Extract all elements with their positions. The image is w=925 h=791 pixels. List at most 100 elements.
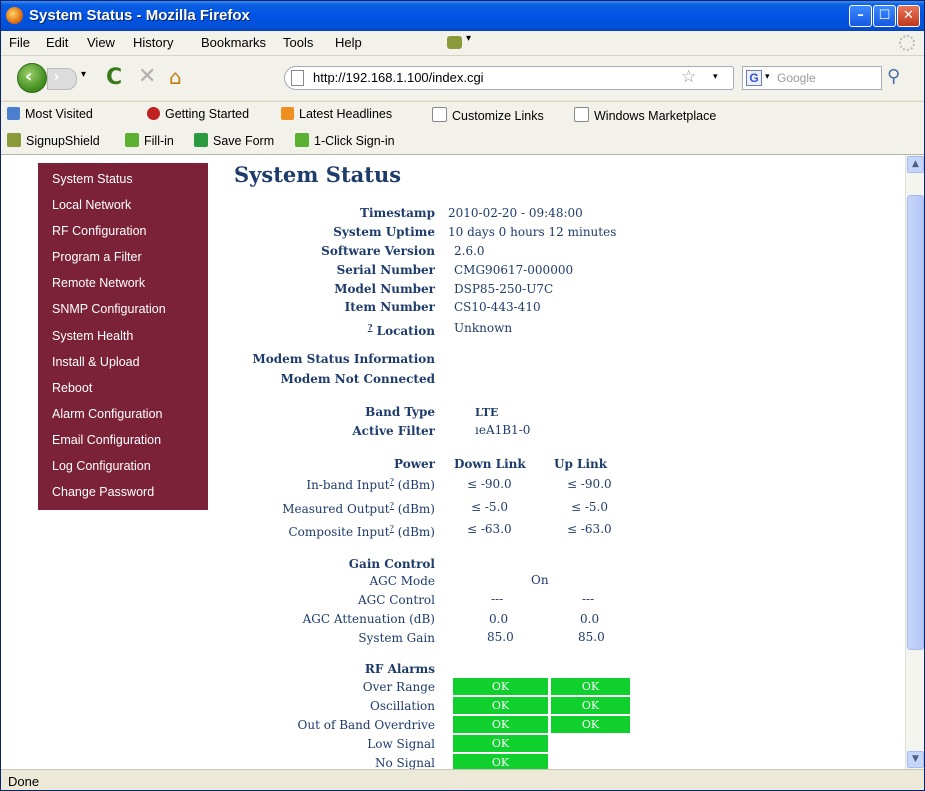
navigation-toolbar: ‹ › ▾ C ✕ ⌂ http://192.168.1.100/index.c… [1,56,924,100]
model-number-value: DSP85-250-U7C [454,282,554,296]
scrollbar-thumb[interactable] [907,195,924,650]
inband-up-value: ≤ -90.0 [567,477,612,491]
history-dropdown-icon[interactable]: ▾ [81,69,86,80]
sidebar-item-program-filter[interactable]: Program a Filter [52,250,142,264]
software-version-label: Software Version [321,244,435,258]
maximize-button[interactable]: ☐ [873,5,896,27]
menu-bookmarks[interactable]: Bookmarks [201,35,266,50]
forward-arrow-icon: › [54,70,60,85]
bookmark-latest-headlines[interactable]: Latest Headlines [281,107,392,121]
sidebar-item-system-status[interactable]: System Status [52,172,133,186]
out-of-band-label: Out of Band Overdrive [297,718,435,732]
location-label: ? Location [367,322,435,338]
inband-input-label: In-band Input? (dBm) [306,477,435,492]
band-type-value: LTE [475,406,499,419]
oscillation-label: Oscillation [370,699,435,713]
one-click-sign-in-button[interactable]: 1-Click Sign-in [295,133,395,148]
low-signal-label: Low Signal [367,737,435,751]
shield-icon [7,133,21,147]
browser-window: System Status - Mozilla Firefox – ☐ ✕ Fi… [0,0,925,791]
bookmark-windows-marketplace[interactable]: Windows Marketplace [574,107,716,123]
out-of-band-up-status: OK [551,716,630,733]
out-of-band-down-status: OK [453,716,548,733]
sidebar-item-remote-network[interactable]: Remote Network [52,276,145,290]
search-engine-icon[interactable]: G [746,70,762,86]
firefox-icon [6,7,23,24]
most-visited-icon [7,107,20,120]
menu-tools[interactable]: Tools [283,35,313,50]
addon-icon[interactable] [447,36,462,49]
save-icon [194,133,208,147]
rss-icon [281,107,294,120]
scroll-up-icon[interactable]: ▲ [907,156,924,173]
composite-down-value: ≤ -63.0 [467,522,512,536]
menu-edit[interactable]: Edit [46,35,68,50]
vertical-scrollbar[interactable]: ▲ ▼ [905,155,924,769]
addon-toolbar: SignupShield Fill-in Save Form 1-Click S… [1,128,924,155]
close-button[interactable]: ✕ [897,5,920,27]
menu-file[interactable]: File [9,35,30,50]
sidebar-item-install-upload[interactable]: Install & Upload [52,355,140,369]
sidebar-item-reboot[interactable]: Reboot [52,381,92,395]
composite-help-link[interactable]: ? [390,524,394,533]
measured-output-label: Measured Output? (dBm) [282,501,435,516]
composite-input-label: Composite Input? (dBm) [288,524,435,539]
sidebar-item-log-configuration[interactable]: Log Configuration [52,459,151,473]
measured-help-link[interactable]: ? [390,501,394,510]
bookmark-most-visited[interactable]: Most Visited [7,107,93,121]
inband-help-link[interactable]: ? [390,477,394,486]
oscillation-down-status: OK [453,697,548,714]
addon-dropdown-icon[interactable]: ▾ [466,33,471,44]
sidebar-item-change-password[interactable]: Change Password [52,485,154,499]
search-engine-dropdown-icon[interactable]: ▾ [765,72,770,82]
url-text[interactable]: http://192.168.1.100/index.cgi [313,70,484,85]
sidebar-item-email-configuration[interactable]: Email Configuration [52,433,161,447]
agc-attenuation-up-value: 0.0 [580,612,600,626]
sidebar-item-alarm-configuration[interactable]: Alarm Configuration [52,407,162,421]
composite-up-value: ≤ -63.0 [567,522,612,536]
page-icon [574,107,589,122]
save-form-button[interactable]: Save Form [194,133,274,148]
agc-attenuation-down-value: 0.0 [489,612,509,626]
window-title: System Status - Mozilla Firefox [29,7,250,24]
menu-view[interactable]: View [87,35,115,50]
measured-up-value: ≤ -5.0 [571,500,609,514]
signupshield-button[interactable]: SignupShield [7,133,100,148]
menu-history[interactable]: History [133,35,173,50]
forward-button[interactable]: › [47,68,77,90]
bookmark-customize-links[interactable]: Customize Links [432,107,544,123]
reload-button[interactable]: C [106,65,122,90]
search-button[interactable]: ⚲ [887,66,900,87]
minimize-button[interactable]: – [849,5,872,27]
sidebar-nav: System Status Local Network RF Configura… [38,163,208,510]
down-link-header: Down Link [454,457,526,471]
search-box[interactable]: G ▾ Google [742,66,882,90]
stop-button[interactable]: ✕ [138,64,156,89]
agc-control-label: AGC Control [357,593,435,607]
title-bar[interactable]: System Status - Mozilla Firefox – ☐ ✕ [1,1,924,31]
inband-down-value: ≤ -90.0 [467,477,512,491]
scroll-down-icon[interactable]: ▼ [907,751,924,768]
bookmarks-toolbar: Most Visited Getting Started Latest Head… [1,101,924,129]
page-title: System Status [234,162,402,187]
location-help-link[interactable]: ? [368,322,373,332]
back-button[interactable]: ‹ [17,63,47,93]
uptime-value: 10 days 0 hours 12 minutes [448,225,617,239]
sidebar-item-rf-configuration[interactable]: RF Configuration [52,224,147,238]
url-dropdown-icon[interactable]: ▾ [713,72,718,82]
search-placeholder[interactable]: Google [777,71,816,85]
menu-help[interactable]: Help [335,35,362,50]
address-bar[interactable]: http://192.168.1.100/index.cgi ☆ ▾ [284,66,734,90]
bookmark-star-icon[interactable]: ☆ [681,67,696,87]
over-range-up-status: OK [551,678,630,695]
menu-bar: File Edit View History Bookmarks Tools H… [1,31,924,56]
sidebar-item-local-network[interactable]: Local Network [52,198,131,212]
sidebar-item-system-health[interactable]: System Health [52,329,133,343]
fill-in-button[interactable]: Fill-in [125,133,174,148]
home-button[interactable]: ⌂ [169,65,182,89]
page-icon [432,107,447,122]
sidebar-item-snmp-configuration[interactable]: SNMP Configuration [52,302,166,316]
bookmark-getting-started[interactable]: Getting Started [147,107,249,121]
over-range-down-status: OK [453,678,548,695]
no-signal-down-status: OK [453,754,548,769]
